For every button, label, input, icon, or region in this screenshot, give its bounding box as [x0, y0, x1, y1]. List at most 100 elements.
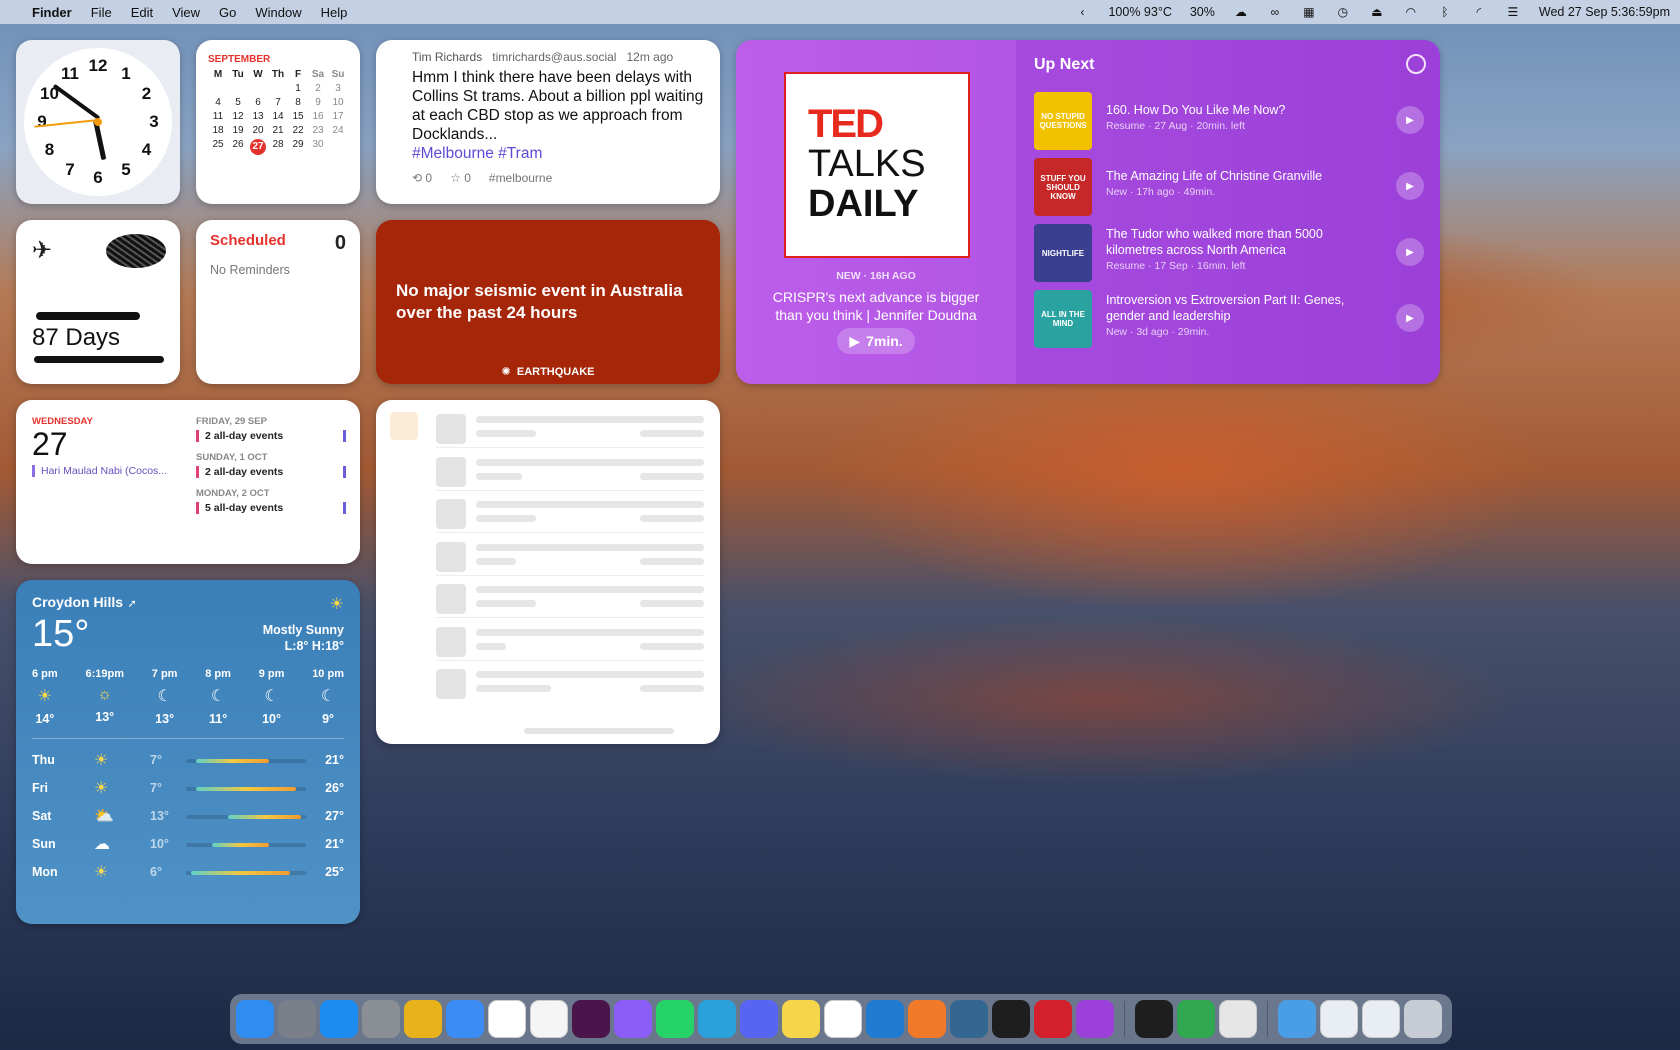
- mastodon-post-widget[interactable]: Tim Richards timrichards@aus.social 12m …: [376, 40, 720, 204]
- calendar-month-widget[interactable]: SEPTEMBER M Tu W Th F Sa Su 1 2 3 4 5 6 7 8 9 10 11 12 13 14…: [196, 40, 360, 204]
- cpu-status[interactable]: 30%: [1190, 5, 1215, 19]
- up-next-item[interactable]: ALL IN THE MIND Introversion vs Extrovers…: [1034, 290, 1424, 348]
- acrobat-icon[interactable]: [1034, 1000, 1072, 1038]
- calendar-day[interactable]: [228, 83, 248, 94]
- app-store-icon[interactable]: [320, 1000, 358, 1038]
- menu-app-name[interactable]: Finder: [32, 5, 72, 20]
- trash-icon[interactable]: [1404, 1000, 1442, 1038]
- finder-icon[interactable]: [236, 1000, 274, 1038]
- clock-widget[interactable]: 12 1 2 3 4 5 6 7 8 9 10 11: [16, 40, 180, 204]
- up-next-item[interactable]: STUFF YOU SHOULD KNOW The Amazing Life of…: [1034, 158, 1424, 216]
- control-center-icon[interactable]: ☰: [1505, 6, 1521, 18]
- chrome-icon[interactable]: [404, 1000, 442, 1038]
- podcast-artwork[interactable]: TED TALKS DAILY: [784, 72, 970, 258]
- reminders-widget[interactable]: Scheduled 0 No Reminders: [196, 220, 360, 384]
- mail-icon[interactable]: [446, 1000, 484, 1038]
- play-episode-button[interactable]: ▶: [1396, 238, 1424, 266]
- calendar-day[interactable]: [248, 83, 268, 94]
- terminal-icon[interactable]: [992, 1000, 1030, 1038]
- messenger-icon[interactable]: [614, 1000, 652, 1038]
- infinity-icon[interactable]: ∞: [1267, 6, 1283, 18]
- sketch-tool-icon[interactable]: [908, 1000, 946, 1038]
- calendar-day[interactable]: [208, 83, 228, 94]
- calendar-day[interactable]: 26: [228, 139, 248, 155]
- slack-icon[interactable]: [572, 1000, 610, 1038]
- calendar-day[interactable]: 16: [308, 111, 328, 122]
- menu-help[interactable]: Help: [321, 5, 348, 20]
- calendar-day[interactable]: 19: [228, 125, 248, 136]
- calendar-day[interactable]: 20: [248, 125, 268, 136]
- launchpad-icon[interactable]: [278, 1000, 316, 1038]
- chevron-left-icon[interactable]: ‹: [1074, 6, 1090, 18]
- calendar-day[interactable]: 6: [248, 97, 268, 108]
- calendar-day[interactable]: 30: [308, 139, 328, 155]
- weather-widget[interactable]: Croydon Hills ➚ ☀ 15° Mostly Sunny L:8° …: [16, 580, 360, 924]
- calendar-day[interactable]: 4: [208, 97, 228, 108]
- window-1-icon[interactable]: [1320, 1000, 1358, 1038]
- calendar-day[interactable]: 14: [268, 111, 288, 122]
- menu-file[interactable]: File: [91, 5, 112, 20]
- post-tags[interactable]: #Melbourne #Tram: [412, 145, 542, 162]
- cloud-icon[interactable]: ☁: [1233, 6, 1249, 18]
- calendar-day[interactable]: 7: [268, 97, 288, 108]
- podcasts-widget[interactable]: TED TALKS DAILY NEW · 16H AGO CRISPR's n…: [736, 40, 1440, 384]
- play-episode-button[interactable]: ▶: [1396, 172, 1424, 200]
- calendar-day[interactable]: 10: [328, 97, 348, 108]
- calendar-menu-icon[interactable]: ▦: [1301, 6, 1317, 18]
- menu-view[interactable]: View: [172, 5, 200, 20]
- postgres-icon[interactable]: [950, 1000, 988, 1038]
- time-machine-icon[interactable]: ◷: [1335, 6, 1351, 18]
- calendar-day[interactable]: 22: [288, 125, 308, 136]
- calendar-day[interactable]: 1: [288, 83, 308, 94]
- menu-edit[interactable]: Edit: [131, 5, 153, 20]
- calendar-day[interactable]: 15: [288, 111, 308, 122]
- discord-icon[interactable]: [740, 1000, 778, 1038]
- system-settings-icon[interactable]: [362, 1000, 400, 1038]
- calendar-icon[interactable]: [488, 1000, 526, 1038]
- post-hashtag[interactable]: #melbourne: [489, 171, 552, 185]
- calendar-day[interactable]: 24: [328, 125, 348, 136]
- vpn-icon[interactable]: [1177, 1000, 1215, 1038]
- battery-temp-status[interactable]: 100% 93°C: [1108, 5, 1171, 19]
- menu-datetime[interactable]: Wed 27 Sep 5:36:59pm: [1539, 5, 1670, 19]
- notes-icon[interactable]: [782, 1000, 820, 1038]
- calendar-day[interactable]: 2: [308, 83, 328, 94]
- calendar-day[interactable]: 3: [328, 83, 348, 94]
- calendar-day[interactable]: 11: [208, 111, 228, 122]
- next-arrow-icon[interactable]: [1219, 1000, 1257, 1038]
- up-next-item[interactable]: NIGHTLIFE The Tudor who walked more than …: [1034, 224, 1424, 282]
- calendar-day[interactable]: 13: [248, 111, 268, 122]
- calendar-day[interactable]: 27: [248, 139, 268, 155]
- reminders-icon[interactable]: [530, 1000, 568, 1038]
- calendar-day[interactable]: 21: [268, 125, 288, 136]
- whatsapp-icon[interactable]: [656, 1000, 694, 1038]
- podcasts-icon[interactable]: [1076, 1000, 1114, 1038]
- menu-window[interactable]: Window: [255, 5, 301, 20]
- telegram-icon[interactable]: [698, 1000, 736, 1038]
- calendar-day[interactable]: 5: [228, 97, 248, 108]
- calendar-day[interactable]: 25: [208, 139, 228, 155]
- up-next-item[interactable]: NO STUPID QUESTIONS 160. How Do You Like …: [1034, 92, 1424, 150]
- downloads-icon[interactable]: [1278, 1000, 1316, 1038]
- today-event[interactable]: Hari Maulad Nabi (Cocos...: [32, 465, 180, 477]
- calendar-day[interactable]: 12: [228, 111, 248, 122]
- calendar-day[interactable]: 18: [208, 125, 228, 136]
- wifi-icon[interactable]: ◜: [1471, 6, 1487, 18]
- upcoming-event-group[interactable]: SUNDAY, 1 OCT 2 all-day events: [196, 452, 346, 478]
- notion-icon[interactable]: [824, 1000, 862, 1038]
- favourite-button[interactable]: ☆ 0: [450, 171, 471, 185]
- calendar-day[interactable]: 29: [288, 139, 308, 155]
- earthquake-widget[interactable]: No major seismic event in Australia over…: [376, 220, 720, 384]
- bluetooth-icon[interactable]: ᛒ: [1437, 6, 1453, 18]
- flight-countdown-widget[interactable]: ✈ 87 Days: [16, 220, 180, 384]
- boost-button[interactable]: ⟲ 0: [412, 171, 432, 185]
- calendar-day[interactable]: 17: [328, 111, 348, 122]
- vscode-icon[interactable]: [866, 1000, 904, 1038]
- headphones-icon[interactable]: ◠: [1403, 6, 1419, 18]
- eject-icon[interactable]: ⏏: [1369, 6, 1385, 18]
- play-episode-button[interactable]: ▶: [1396, 106, 1424, 134]
- calendar-day[interactable]: 23: [308, 125, 328, 136]
- upcoming-event-group[interactable]: MONDAY, 2 OCT 5 all-day events: [196, 488, 346, 514]
- calendar-day[interactable]: 8: [288, 97, 308, 108]
- calendar-today[interactable]: 27: [250, 139, 266, 155]
